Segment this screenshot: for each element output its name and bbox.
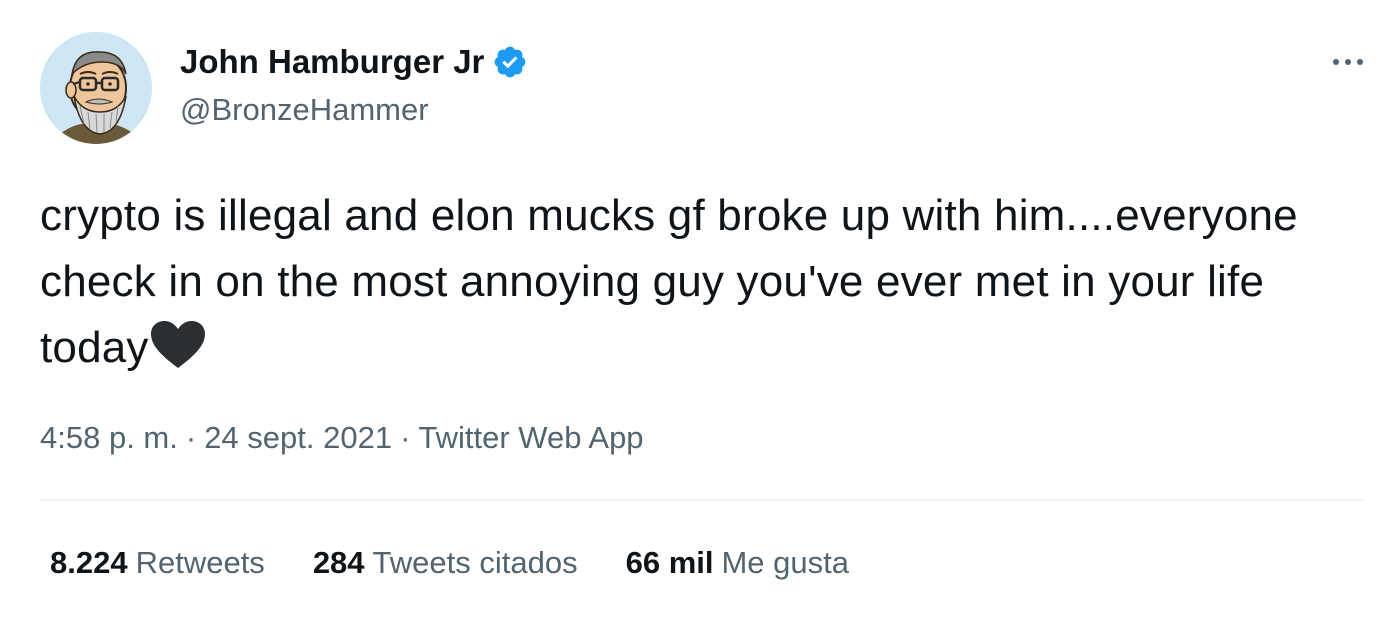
tweet-source[interactable]: Twitter Web App: [418, 420, 643, 455]
quotes-count: 284: [312, 545, 365, 580]
author-handle[interactable]: @BronzeHammer: [180, 90, 429, 130]
author-name-row: John Hamburger Jr: [180, 40, 528, 84]
likes-label: Me gusta: [721, 545, 849, 580]
author-avatar[interactable]: [40, 32, 152, 144]
engagement-stats: 8.224 Retweets 284 Tweets citados 66 mil Me…: [50, 541, 849, 585]
likes-stat[interactable]: 66 mil Me gusta: [626, 541, 849, 585]
quotes-label: Tweets citados: [372, 545, 578, 580]
quote-tweets-stat[interactable]: 284 Tweets citados: [313, 541, 578, 585]
meta-separator: ·: [400, 420, 411, 455]
tweet-date[interactable]: 24 sept. 2021: [204, 420, 392, 455]
black-heart-icon: [149, 320, 207, 370]
more-dots-icon: [1333, 59, 1363, 65]
verified-badge-icon: [492, 44, 528, 80]
bearded-man-avatar-icon: [40, 32, 152, 144]
retweets-count: 8.224: [50, 545, 128, 580]
tweet-body: crypto is illegal and elon mucks gf brok…: [40, 191, 1298, 372]
tweet-metadata: 4:58 p. m. · 24 sept. 2021 · Twitter Web App: [40, 418, 644, 458]
retweets-stat[interactable]: 8.224 Retweets: [50, 541, 265, 585]
likes-count: 66 mil: [625, 545, 714, 580]
meta-separator: ·: [185, 420, 197, 455]
retweets-label: Retweets: [135, 545, 265, 580]
divider: [40, 499, 1365, 501]
tweet-text: crypto is illegal and elon mucks gf brok…: [40, 183, 1340, 381]
tweet-time[interactable]: 4:58 p. m.: [40, 420, 178, 455]
more-options-button[interactable]: [1326, 44, 1370, 80]
author-display-name[interactable]: John Hamburger Jr: [180, 40, 484, 84]
tweet-card: John Hamburger Jr @BronzeHammer crypto i…: [0, 0, 1400, 618]
